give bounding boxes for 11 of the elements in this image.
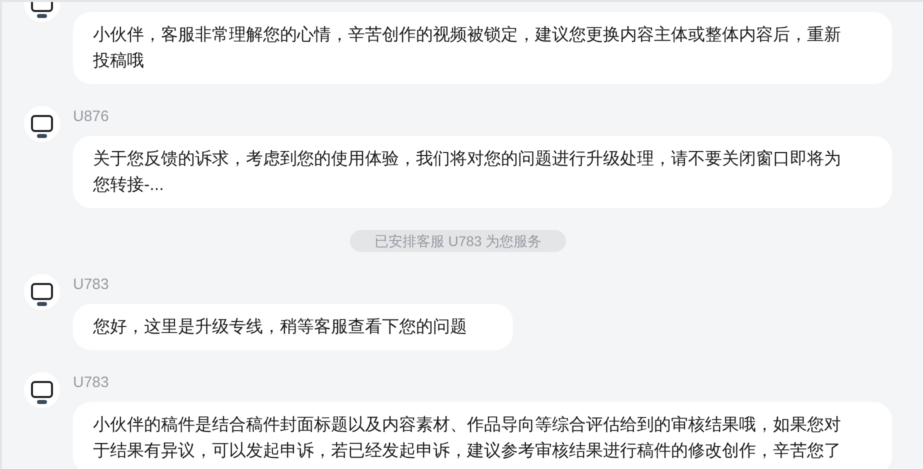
message-bubble: 您好，这里是升级专线，稍等客服查看下您的问题 bbox=[73, 304, 513, 350]
sender-name: U783 bbox=[73, 373, 109, 393]
system-notice: 已安排客服 U783 为您服务 bbox=[350, 230, 566, 252]
avatar-icon bbox=[24, 106, 60, 142]
avatar-icon bbox=[24, 372, 60, 408]
message-bubble: 小伙伴，客服非常理解您的心情，辛苦创作的视频被锁定，建议您更换内容主体或整体内容后，重新投稿哦 bbox=[73, 12, 892, 84]
avatar-icon bbox=[24, 274, 60, 310]
message-bubble: 关于您反馈的诉求，考虑到您的使用体验，我们将对您的问题进行升级处理，请不要关闭窗口即将为您转接-... bbox=[73, 136, 892, 208]
sender-name: U876 bbox=[73, 107, 109, 127]
sender-name: U783 bbox=[73, 275, 109, 295]
message-bubble: 小伙伴的稿件是结合稿件封面标题以及内容素材、作品导向等综合评估给到的审核结果哦，如果您对于结果有异议，可以发起申诉，若已经发起申诉，建议参考审核结果进行稿件的修改创作，辛苦您了 bbox=[73, 402, 892, 469]
